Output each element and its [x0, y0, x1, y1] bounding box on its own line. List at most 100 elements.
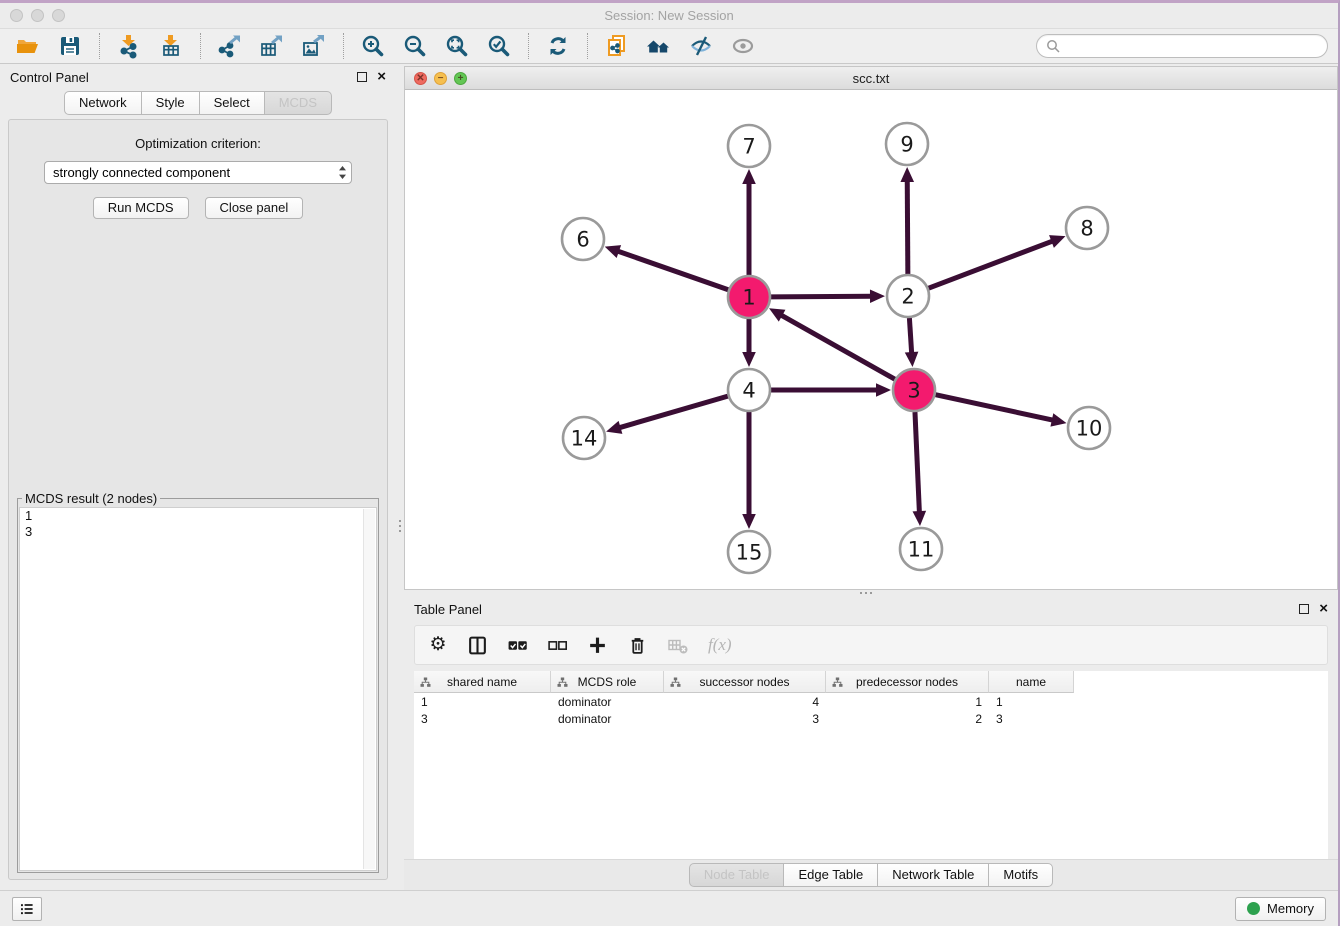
- graph-node-1[interactable]: 1: [728, 276, 770, 318]
- select-all-button[interactable]: [507, 634, 528, 656]
- graph-node-14[interactable]: 14: [563, 417, 605, 459]
- table-cell[interactable]: 4: [664, 695, 826, 709]
- table-cell[interactable]: 3: [664, 712, 826, 726]
- table-cell[interactable]: 3: [414, 712, 551, 726]
- show-panels-button[interactable]: [725, 31, 761, 61]
- table-cell[interactable]: 1: [826, 695, 989, 709]
- import-table-button[interactable]: [153, 31, 189, 61]
- task-history-button[interactable]: [12, 897, 42, 921]
- duplicate-network-button[interactable]: [599, 31, 635, 61]
- svg-text:4: 4: [742, 378, 755, 402]
- open-session-button[interactable]: [10, 31, 46, 61]
- table-cell[interactable]: 1: [989, 695, 1074, 709]
- tab-mcds[interactable]: MCDS: [264, 91, 332, 115]
- main-toolbar: [0, 28, 1338, 64]
- show-columns-button[interactable]: [467, 634, 488, 656]
- zoom-out-button[interactable]: [397, 31, 433, 61]
- export-table-button[interactable]: [254, 31, 290, 61]
- table-panel-close-button[interactable]: ×: [1319, 602, 1328, 616]
- save-session-icon: [57, 33, 83, 59]
- column-header-mcds-role[interactable]: MCDS role: [551, 671, 664, 693]
- table-cell[interactable]: 2: [826, 712, 989, 726]
- tab-edge-table[interactable]: Edge Table: [783, 863, 878, 887]
- graph-edge-2-9[interactable]: [900, 167, 914, 274]
- network-window-close-button[interactable]: ✕: [414, 72, 427, 85]
- graph-edge-4-15[interactable]: [742, 412, 756, 529]
- search-box[interactable]: [1036, 34, 1328, 58]
- table-panel-float-button[interactable]: [1299, 604, 1309, 614]
- run-mcds-button[interactable]: Run MCDS: [93, 197, 189, 219]
- graph-node-2[interactable]: 2: [887, 275, 929, 317]
- mcds-result-group: MCDS result (2 nodes) 13: [17, 491, 379, 873]
- tab-motifs[interactable]: Motifs: [988, 863, 1053, 887]
- table-row[interactable]: 1dominator411: [414, 693, 1328, 710]
- mcds-result-list[interactable]: 13: [19, 507, 377, 871]
- apply-layout-button[interactable]: [540, 31, 576, 61]
- unselect-all-button[interactable]: [547, 634, 568, 656]
- column-header-shared-name[interactable]: shared name: [414, 671, 551, 693]
- graph-edge-1-6[interactable]: [605, 245, 729, 290]
- tab-select[interactable]: Select: [199, 91, 265, 115]
- toolbar-separator: [99, 33, 100, 59]
- zoom-out-icon: [402, 33, 428, 59]
- graph-node-3[interactable]: 3: [893, 369, 935, 411]
- table-row[interactable]: 3dominator323: [414, 710, 1328, 727]
- graph-edge-4-14[interactable]: [606, 396, 728, 434]
- graph-edge-1-7[interactable]: [742, 169, 756, 275]
- zoom-in-button[interactable]: [355, 31, 391, 61]
- result-scrollbar[interactable]: [363, 509, 375, 869]
- column-header-label: predecessor nodes: [856, 675, 958, 689]
- tab-node-table[interactable]: Node Table: [689, 863, 785, 887]
- graph-node-4[interactable]: 4: [728, 369, 770, 411]
- create-column-button[interactable]: [587, 634, 608, 656]
- tab-style[interactable]: Style: [141, 91, 200, 115]
- graph-node-6[interactable]: 6: [562, 218, 604, 260]
- tab-network[interactable]: Network: [64, 91, 142, 115]
- control-panel-close-button[interactable]: ×: [377, 70, 386, 84]
- graph-node-9[interactable]: 9: [886, 123, 928, 165]
- control-panel-float-button[interactable]: [357, 72, 367, 82]
- optimization-criterion-select[interactable]: strongly connected component: [44, 161, 352, 184]
- memory-button[interactable]: Memory: [1235, 897, 1326, 921]
- graph-node-7[interactable]: 7: [728, 125, 770, 167]
- table-cell[interactable]: dominator: [551, 712, 664, 726]
- home-button[interactable]: [641, 31, 677, 61]
- hide-panels-button[interactable]: [683, 31, 719, 61]
- panel-splitter-horizontal[interactable]: [404, 590, 1338, 596]
- graph-edge-3-10[interactable]: [935, 395, 1066, 427]
- tab-network-table[interactable]: Network Table: [877, 863, 989, 887]
- graph-edge-3-1[interactable]: [769, 308, 895, 379]
- graph-edge-2-3[interactable]: [905, 318, 919, 367]
- column-header-successor-nodes[interactable]: successor nodes: [664, 671, 826, 693]
- close-panel-button[interactable]: Close panel: [205, 197, 304, 219]
- graph-edge-4-3[interactable]: [771, 383, 891, 397]
- table-cell[interactable]: 3: [989, 712, 1074, 726]
- panel-splitter-vertical[interactable]: [396, 64, 404, 890]
- export-image-button[interactable]: [296, 31, 332, 61]
- graph-edge-1-2[interactable]: [771, 289, 885, 303]
- column-header-name[interactable]: name: [989, 671, 1074, 693]
- graph-edge-2-8[interactable]: [929, 235, 1066, 288]
- graph-edge-1-4[interactable]: [742, 319, 756, 367]
- graph-node-15[interactable]: 15: [728, 531, 770, 573]
- zoom-fit-button[interactable]: [439, 31, 475, 61]
- graph-node-10[interactable]: 10: [1068, 407, 1110, 449]
- export-network-button[interactable]: [212, 31, 248, 61]
- table-cell[interactable]: dominator: [551, 695, 664, 709]
- column-header-predecessor-nodes[interactable]: predecessor nodes: [826, 671, 989, 693]
- network-window-minimize-button[interactable]: −: [434, 72, 447, 85]
- delete-column-button[interactable]: [627, 634, 648, 656]
- table-cell[interactable]: 1: [414, 695, 551, 709]
- graph-node-11[interactable]: 11: [900, 528, 942, 570]
- graph-edge-3-11[interactable]: [913, 412, 927, 526]
- search-input[interactable]: [1065, 38, 1318, 55]
- table-settings-button[interactable]: ⚙: [428, 634, 448, 656]
- svg-text:8: 8: [1080, 216, 1093, 240]
- graph-node-8[interactable]: 8: [1066, 207, 1108, 249]
- network-canvas[interactable]: 7 9 6 8 1 2 4 3 14 10 15 11: [405, 90, 1337, 589]
- network-window-titlebar[interactable]: ✕−+ scc.txt: [405, 67, 1337, 90]
- save-session-button[interactable]: [52, 31, 88, 61]
- import-network-button[interactable]: [111, 31, 147, 61]
- zoom-selected-button[interactable]: [481, 31, 517, 61]
- network-window-zoom-button[interactable]: +: [454, 72, 467, 85]
